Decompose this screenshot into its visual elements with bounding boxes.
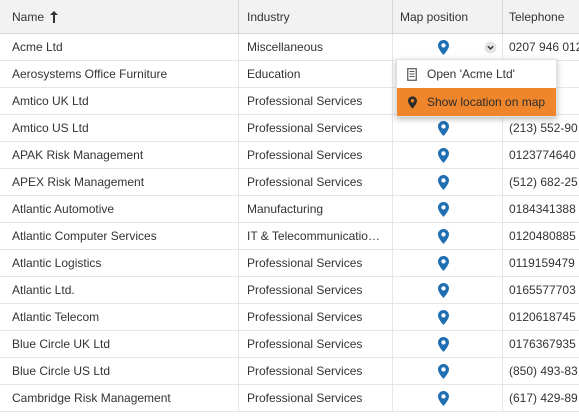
cell-name[interactable]: Atlantic Ltd. bbox=[0, 277, 239, 303]
cell-telephone: (512) 682-25 bbox=[509, 175, 578, 189]
cell-telephone: 0123774640 bbox=[509, 148, 576, 162]
cell-name[interactable]: Aerosystems Office Furniture bbox=[0, 61, 239, 87]
map-pin-icon[interactable] bbox=[438, 121, 449, 136]
cell-map-position bbox=[393, 142, 503, 168]
cell-map-position bbox=[393, 277, 503, 303]
cell-name[interactable]: Amtico UK Ltd bbox=[0, 88, 239, 114]
column-header-industry[interactable]: Industry bbox=[239, 0, 393, 33]
cell-map-position bbox=[393, 304, 503, 330]
column-header-label: Map position bbox=[400, 9, 469, 24]
table-row[interactable]: Acme Ltd Miscellaneous 0207 946 012 bbox=[0, 34, 579, 61]
cell-industry: Manufacturing bbox=[239, 196, 393, 222]
cell-telephone: (213) 552-90 bbox=[509, 121, 578, 135]
column-header-label: Name bbox=[12, 9, 45, 24]
cell-industry: Professional Services bbox=[239, 277, 393, 303]
table-row[interactable]: Atlantic Automotive Manufacturing 01843413… bbox=[0, 196, 579, 223]
table-row[interactable]: Cambridge Risk Management Professional Se… bbox=[0, 385, 579, 412]
column-header-name[interactable]: Name bbox=[0, 0, 239, 33]
cell-industry: Professional Services bbox=[239, 142, 393, 168]
cell-map-position bbox=[393, 358, 503, 384]
cell-telephone: 0165577703 bbox=[509, 283, 576, 297]
cell-telephone: 0120618745 bbox=[509, 310, 576, 324]
cell-industry: Miscellaneous bbox=[239, 34, 393, 60]
map-pin-icon[interactable] bbox=[438, 148, 449, 163]
column-header-telephone[interactable]: Telephone bbox=[503, 0, 579, 33]
menu-item-label: Show location on map bbox=[427, 95, 546, 109]
cell-industry: Professional Services bbox=[239, 115, 393, 141]
cell-map-position bbox=[393, 34, 503, 60]
cell-map-position bbox=[393, 385, 503, 411]
map-pin-icon[interactable] bbox=[438, 229, 449, 244]
cell-telephone: 0207 946 012 bbox=[509, 40, 579, 54]
grid-header: Name Industry Map position Telephone bbox=[0, 0, 579, 34]
sort-ascending-icon[interactable] bbox=[50, 10, 59, 23]
cell-name[interactable]: Atlantic Logistics bbox=[0, 250, 239, 276]
cell-industry: Professional Services bbox=[239, 250, 393, 276]
cell-name[interactable]: Blue Circle US Ltd bbox=[0, 358, 239, 384]
menu-item-label: Open 'Acme Ltd' bbox=[427, 67, 515, 81]
map-pin-icon[interactable] bbox=[438, 337, 449, 352]
cell-name[interactable]: Atlantic Computer Services bbox=[0, 223, 239, 249]
column-header-label: Telephone bbox=[509, 9, 565, 24]
table-row[interactable]: Blue Circle UK Ltd Professional Services 0… bbox=[0, 331, 579, 358]
column-header-map-position[interactable]: Map position bbox=[393, 0, 503, 33]
cell-map-position bbox=[393, 169, 503, 195]
cell-name[interactable]: Atlantic Telecom bbox=[0, 304, 239, 330]
table-row[interactable]: APAK Risk Management Professional Service… bbox=[0, 142, 579, 169]
cell-name[interactable]: Atlantic Automotive bbox=[0, 196, 239, 222]
map-pin-icon[interactable] bbox=[438, 175, 449, 190]
menu-item-open-record[interactable]: Open 'Acme Ltd' bbox=[397, 60, 556, 88]
table-row[interactable]: APEX Risk Management Professional Service… bbox=[0, 169, 579, 196]
table-row[interactable]: Amtico US Ltd Professional Services (213) … bbox=[0, 115, 579, 142]
cell-telephone: (850) 493-83 bbox=[509, 364, 578, 378]
cell-industry: Professional Services bbox=[239, 304, 393, 330]
cell-map-position bbox=[393, 115, 503, 141]
cell-name[interactable]: Acme Ltd bbox=[0, 34, 239, 60]
cell-telephone: 0176367935 bbox=[509, 337, 576, 351]
column-header-label: Industry bbox=[247, 9, 290, 24]
cell-name[interactable]: Blue Circle UK Ltd bbox=[0, 331, 239, 357]
chevron-down-icon[interactable] bbox=[484, 41, 497, 54]
cell-map-position bbox=[393, 196, 503, 222]
table-row[interactable]: Atlantic Computer Services IT & Telecommu… bbox=[0, 223, 579, 250]
cell-industry: Education bbox=[239, 61, 393, 87]
table-row[interactable]: Atlantic Ltd. Professional Services 016557… bbox=[0, 277, 579, 304]
table-row[interactable]: Atlantic Telecom Professional Services 012… bbox=[0, 304, 579, 331]
cell-industry: Professional Services bbox=[239, 169, 393, 195]
document-icon bbox=[406, 67, 418, 81]
cell-industry: Professional Services bbox=[239, 331, 393, 357]
cell-map-position bbox=[393, 331, 503, 357]
cell-map-position bbox=[393, 250, 503, 276]
map-pin-icon[interactable] bbox=[438, 40, 449, 55]
map-pin-icon[interactable] bbox=[438, 256, 449, 271]
cell-industry: Professional Services bbox=[239, 385, 393, 411]
cell-name[interactable]: Amtico US Ltd bbox=[0, 115, 239, 141]
map-pin-icon[interactable] bbox=[438, 391, 449, 406]
cell-industry: Professional Services bbox=[239, 88, 393, 114]
context-menu: Open 'Acme Ltd' Show location on map bbox=[396, 59, 557, 117]
cell-telephone: 0119159479 bbox=[509, 256, 575, 270]
menu-item-show-location[interactable]: Show location on map bbox=[397, 88, 556, 116]
cell-telephone: (617) 429-89 bbox=[509, 391, 578, 405]
cell-name[interactable]: Cambridge Risk Management bbox=[0, 385, 239, 411]
map-pin-icon[interactable] bbox=[438, 283, 449, 298]
map-pin-icon[interactable] bbox=[438, 202, 449, 217]
table-row[interactable]: Blue Circle US Ltd Professional Services (… bbox=[0, 358, 579, 385]
cell-name[interactable]: APAK Risk Management bbox=[0, 142, 239, 168]
cell-industry: IT & Telecommunicatio… bbox=[239, 223, 393, 249]
cell-map-position bbox=[393, 223, 503, 249]
map-pin-icon[interactable] bbox=[438, 364, 449, 379]
cell-industry: Professional Services bbox=[239, 358, 393, 384]
map-pin-icon[interactable] bbox=[438, 310, 449, 325]
table-row[interactable]: Atlantic Logistics Professional Services 0… bbox=[0, 250, 579, 277]
cell-name[interactable]: APEX Risk Management bbox=[0, 169, 239, 195]
cell-telephone: 0120480885 bbox=[509, 229, 576, 243]
map-pin-icon bbox=[406, 95, 418, 109]
cell-telephone: 0184341388 bbox=[509, 202, 576, 216]
